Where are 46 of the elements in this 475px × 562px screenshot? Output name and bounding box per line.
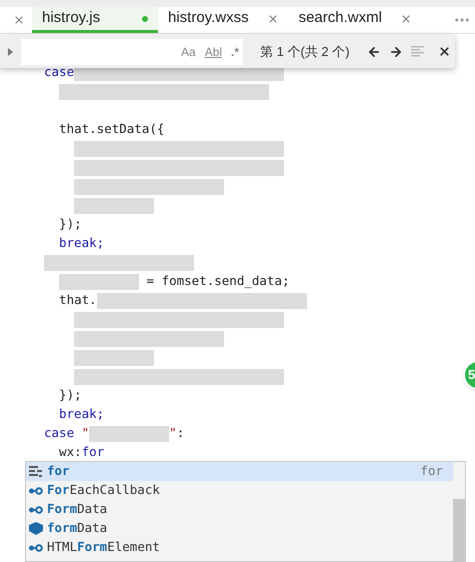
status-badge: 5 xyxy=(463,360,475,390)
code-text: wx: xyxy=(58,444,82,459)
suggestion-detail: for xyxy=(420,462,443,480)
match-case-toggle[interactable]: Aa xyxy=(181,42,196,60)
editor-tab[interactable]: histroy.js xyxy=(32,7,158,33)
find-input[interactable]: Aa Abl .* xyxy=(21,38,243,64)
suggestion-label: HTMLFormElement xyxy=(47,538,160,556)
code-keyword: case xyxy=(44,425,74,440)
editor-tab[interactable]: histroy.wxss xyxy=(158,7,289,33)
code-text: }); xyxy=(58,387,82,402)
code-string: " xyxy=(169,425,177,440)
regex-toggle[interactable]: .* xyxy=(231,42,240,60)
whole-word-toggle[interactable]: Abl xyxy=(204,42,222,60)
tab-label: histroy.wxss xyxy=(168,8,249,28)
close-icon[interactable] xyxy=(438,45,451,58)
next-match-icon[interactable] xyxy=(388,44,403,58)
suggestion-item[interactable]: for for xyxy=(26,462,453,481)
suggestion-label: ForEachCallback xyxy=(47,481,160,500)
code-keyword: case xyxy=(44,64,74,79)
editor-tab[interactable]: search.wxml xyxy=(288,7,422,33)
interface-icon xyxy=(29,486,43,494)
code-text: : xyxy=(176,425,184,440)
code-text: }); xyxy=(58,216,82,231)
suggestion-item[interactable]: FormData xyxy=(26,500,453,519)
tab-label: histroy.js xyxy=(42,8,100,28)
suggestion-item[interactable]: formData xyxy=(26,519,453,538)
match-count: 第 1 个(共 2 个) xyxy=(260,42,350,61)
code-text: = fomset.send_data; xyxy=(146,273,290,288)
suggestion-item[interactable]: ForEachCallback xyxy=(26,481,453,500)
code-keyword: for xyxy=(82,444,104,459)
code-keyword: break; xyxy=(59,235,104,250)
suggestion-item[interactable]: HTMLFormElement xyxy=(26,538,453,557)
previous-match-icon[interactable] xyxy=(366,44,381,58)
code-string: " xyxy=(80,425,90,440)
expand-triangle-icon[interactable] xyxy=(8,48,13,56)
interface-icon xyxy=(29,544,43,552)
tab-label: search.wxml xyxy=(298,8,382,28)
suggestion-label: formData xyxy=(47,519,108,538)
suggestion-label: FormData xyxy=(47,500,108,518)
code-text: that.setData({ xyxy=(58,121,164,136)
code-text: that. xyxy=(58,292,97,307)
cube-icon xyxy=(29,522,43,535)
suggestion-label: for xyxy=(47,462,70,480)
snippet-icon xyxy=(29,466,43,478)
interface-icon xyxy=(29,506,43,514)
code-keyword: break; xyxy=(59,406,104,421)
